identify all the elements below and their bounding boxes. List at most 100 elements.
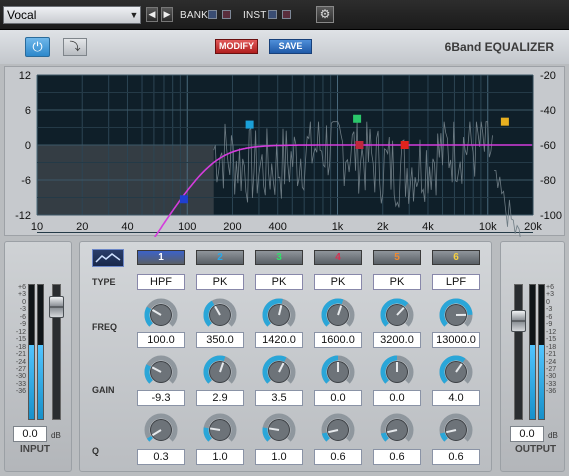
band-5-q-value[interactable]: 0.6 [373, 449, 421, 465]
band-4-q-knob[interactable] [320, 412, 356, 448]
next-preset-button[interactable]: ▶ [161, 7, 173, 22]
output-fader-handle[interactable] [511, 309, 526, 332]
meter-scale-tick: -15 [546, 336, 557, 344]
band-1-type[interactable]: HPF [137, 274, 185, 290]
band-3-gain-knob[interactable] [261, 354, 297, 390]
inst-indicator-red[interactable] [282, 10, 291, 19]
output-meter-left [529, 284, 536, 420]
input-unit: dB [51, 431, 61, 440]
band-3-freq-value[interactable]: 1420.0 [255, 332, 303, 348]
eq-graph[interactable]: 181260-6-12-180-20-40-60-80-100-12010204… [5, 67, 566, 237]
modify-button[interactable]: MODIFY [215, 39, 258, 54]
curve-mode-button[interactable]: ⤵ [63, 38, 87, 56]
band-5-type[interactable]: PK [373, 274, 421, 290]
band-4-freq-knob[interactable] [320, 297, 356, 333]
output-meter-right [538, 284, 545, 420]
band-4-select-button[interactable]: 4 [314, 250, 362, 265]
meter-scale-tick: 0 [22, 298, 26, 306]
input-fader-handle[interactable] [49, 296, 64, 319]
band-1-gain-value[interactable]: -9.3 [137, 390, 185, 406]
band-6-type[interactable]: LPF [432, 274, 480, 290]
band-1-freq-value[interactable]: 100.0 [137, 332, 185, 348]
input-meter-scale: +6 +3 0 -3 -6 -9 -12 -15 -18 -21 -24 -27 -30 -33 -36 [6, 284, 26, 396]
graph-freq-tick: 400 [269, 221, 287, 233]
band-3-type[interactable]: PK [255, 274, 303, 290]
output-gain-value[interactable]: 0.0 [510, 426, 544, 442]
band-1-freq-knob[interactable] [143, 297, 179, 333]
band-3-handle[interactable] [353, 114, 362, 123]
bank-indicator-red[interactable] [222, 10, 231, 19]
meter-scale-tick: -18 [546, 343, 557, 351]
meter-scale-tick: -9 [546, 321, 553, 329]
band-4-q-value[interactable]: 0.6 [314, 449, 362, 465]
freq-row-label: FREQ [92, 322, 118, 332]
inst-label: INST [243, 10, 267, 21]
band-5-handle[interactable] [400, 141, 409, 149]
output-meter-right-level [539, 345, 544, 419]
meter-scale-tick: -6 [546, 313, 553, 321]
band-6-select-button[interactable]: 6 [432, 250, 480, 265]
inst-indicator-blue[interactable] [268, 10, 277, 19]
meter-scale-tick: -36 [546, 388, 557, 396]
band-1-q-knob[interactable] [143, 412, 179, 448]
output-fader-track[interactable] [514, 284, 523, 420]
band-2-q-value[interactable]: 1.0 [196, 449, 244, 465]
meter-scale-tick: -30 [15, 373, 26, 381]
band-2-type[interactable]: PK [196, 274, 244, 290]
output-meter-left-level [530, 345, 535, 419]
band-3-select-button[interactable]: 3 [255, 250, 303, 265]
band-6-handle[interactable] [500, 117, 509, 126]
band-6-gain-knob[interactable] [438, 354, 474, 390]
band-4-gain-knob[interactable] [320, 354, 356, 390]
band-2-freq-knob[interactable] [202, 297, 238, 333]
curve-view-icon[interactable] [92, 249, 124, 267]
band-1-q-value[interactable]: 0.3 [137, 449, 185, 465]
band-6-freq-value[interactable]: 13000.0 [432, 332, 480, 348]
meter-scale-tick: +3 [546, 291, 554, 299]
band-2-gain-knob[interactable] [202, 354, 238, 390]
band-3-q-value[interactable]: 1.0 [255, 449, 303, 465]
band-3-gain-value[interactable]: 3.5 [255, 390, 303, 406]
band-6-q-value[interactable]: 0.6 [432, 449, 480, 465]
band-4-type[interactable]: PK [314, 274, 362, 290]
band-5-select-button[interactable]: 5 [373, 250, 421, 265]
bank-indicator-blue[interactable] [208, 10, 217, 19]
band-1-gain-knob[interactable] [143, 354, 179, 390]
band-5-freq-knob[interactable] [379, 297, 415, 333]
band-2-gain-value[interactable]: 2.9 [196, 390, 244, 406]
band-4-handle[interactable] [355, 141, 364, 149]
band-1-handle[interactable] [179, 195, 188, 204]
band-4-gain-value[interactable]: 0.0 [314, 390, 362, 406]
meter-scale-tick: -21 [546, 351, 557, 359]
preset-selector[interactable]: Vocal [3, 6, 141, 24]
power-button[interactable]: ⏻ [25, 37, 50, 57]
band-5-gain-knob[interactable] [379, 354, 415, 390]
band-1-select-button[interactable]: 1 [137, 250, 185, 265]
chevron-down-icon[interactable]: ▼ [129, 7, 139, 23]
gear-icon[interactable]: ⚙ [316, 6, 334, 23]
band-2-handle[interactable] [245, 120, 254, 129]
band-3-freq-knob[interactable] [261, 297, 297, 333]
band-6-q-knob[interactable] [438, 412, 474, 448]
input-meter-right [37, 284, 44, 420]
graph-freq-tick: 20 [76, 221, 88, 233]
prev-preset-button[interactable]: ◀ [146, 7, 158, 22]
top-bar: Vocal ▼ ◀ ▶ BANK INST ⚙ [0, 0, 569, 30]
band-5-gain-value[interactable]: 0.0 [373, 390, 421, 406]
band-2-freq-value[interactable]: 350.0 [196, 332, 244, 348]
band-3-q-knob[interactable] [261, 412, 297, 448]
graph-freq-tick: 10 [31, 221, 43, 233]
input-gain-value[interactable]: 0.0 [13, 426, 47, 442]
band-5-q-knob[interactable] [379, 412, 415, 448]
band-6-freq-knob[interactable] [438, 297, 474, 333]
band-5-freq-value[interactable]: 3200.0 [373, 332, 421, 348]
meter-scale-tick: -33 [546, 380, 557, 388]
band-2-select-button[interactable]: 2 [196, 250, 244, 265]
save-button[interactable]: SAVE [269, 39, 312, 54]
graph-left-tick: -12 [15, 210, 31, 222]
knob-value-arc [146, 435, 153, 442]
band-4-freq-value[interactable]: 1600.0 [314, 332, 362, 348]
meter-scale-tick: -15 [15, 336, 26, 344]
band-2-q-knob[interactable] [202, 412, 238, 448]
band-6-gain-value[interactable]: 4.0 [432, 390, 480, 406]
